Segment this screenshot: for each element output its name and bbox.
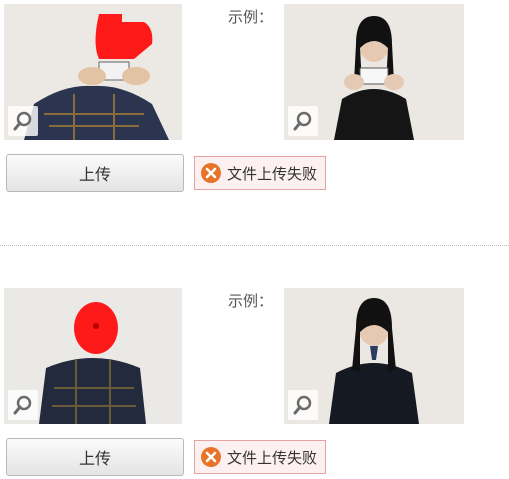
- zoom-button[interactable]: [8, 106, 38, 136]
- uploaded-photo[interactable]: [4, 4, 182, 140]
- magnifier-icon: [293, 395, 312, 415]
- error-x-icon: [201, 163, 221, 183]
- example-photo[interactable]: [284, 288, 464, 424]
- upload-error-message: 文件上传失败: [194, 440, 327, 474]
- uploaded-photo[interactable]: [4, 288, 182, 424]
- upload-button[interactable]: 上传: [6, 154, 184, 192]
- zoom-button[interactable]: [288, 390, 318, 420]
- example-photo[interactable]: [284, 4, 464, 140]
- error-x-icon: [201, 447, 221, 467]
- upload-section-2: 示例： 上传 文件上传失败: [0, 278, 509, 479]
- upload-section-1: 示例： 上传 文件上传失败: [0, 0, 509, 210]
- upload-error-message: 文件上传失败: [194, 156, 327, 190]
- magnifier-icon: [13, 395, 32, 415]
- magnifier-icon: [13, 111, 32, 131]
- magnifier-icon: [293, 111, 312, 131]
- zoom-button[interactable]: [288, 106, 318, 136]
- error-text: 文件上传失败: [227, 164, 318, 183]
- error-text: 文件上传失败: [227, 448, 318, 467]
- example-label: 示例：: [228, 292, 274, 310]
- upload-button[interactable]: 上传: [6, 438, 184, 476]
- example-label: 示例：: [228, 8, 274, 26]
- section-divider: [0, 245, 509, 246]
- zoom-button[interactable]: [8, 390, 38, 420]
